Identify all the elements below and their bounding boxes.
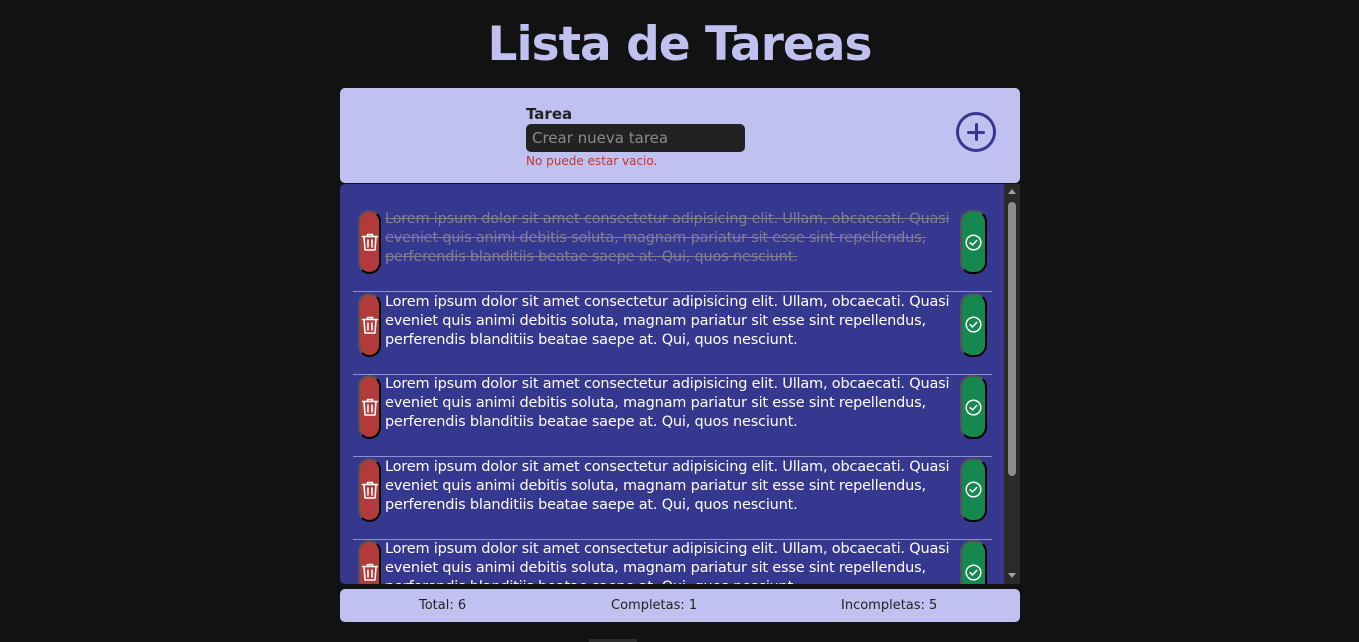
check-circle-icon [965, 398, 982, 416]
task-text: Lorem ipsum dolor sit amet consectetur a… [385, 541, 950, 584]
stats-bar: Total: 6 Completas: 1 Incompletas: 5 [340, 589, 1020, 622]
task-text: Lorem ipsum dolor sit amet consectetur a… [385, 458, 950, 513]
complete-task-button[interactable] [960, 375, 987, 439]
trash-icon [361, 315, 379, 335]
complete-task-button[interactable] [960, 457, 987, 522]
scroll-down-arrow-icon[interactable] [1008, 573, 1016, 578]
task-text: Lorem ipsum dolor sit amet consectetur a… [385, 376, 950, 430]
task-item: Lorem ipsum dolor sit amet consectetur a… [353, 210, 992, 292]
add-task-button[interactable] [956, 112, 996, 152]
incomplete-count: Incompletas: 5 [841, 598, 938, 613]
completed-count: Completas: 1 [611, 598, 698, 613]
task-item: Lorem ipsum dolor sit amet consectetur a… [353, 375, 992, 457]
check-circle-icon [965, 316, 982, 333]
new-task-input[interactable] [526, 124, 745, 152]
error-message: No puede estar vacio. [526, 154, 658, 168]
complete-task-button[interactable] [960, 540, 987, 584]
complete-task-button[interactable] [960, 292, 987, 357]
task-label: Tarea [526, 105, 573, 123]
delete-task-button[interactable] [358, 540, 381, 584]
task-item: Lorem ipsum dolor sit amet consectetur a… [353, 540, 992, 584]
task-item: Lorem ipsum dolor sit amet consectetur a… [353, 457, 992, 540]
delete-task-button[interactable] [358, 210, 381, 274]
trash-icon [361, 232, 379, 252]
task-item: Lorem ipsum dolor sit amet consectetur a… [353, 292, 992, 375]
total-count: Total: 6 [419, 598, 467, 613]
scroll-up-arrow-icon[interactable] [1008, 189, 1016, 194]
task-text: Lorem ipsum dolor sit amet consectetur a… [385, 293, 950, 348]
delete-task-button[interactable] [358, 375, 381, 439]
new-task-form: Tarea No puede estar vacio. [340, 88, 1020, 183]
check-circle-icon [965, 481, 982, 498]
complete-task-button[interactable] [960, 210, 987, 274]
check-circle-icon [965, 563, 982, 581]
delete-task-button[interactable] [358, 457, 381, 522]
trash-icon [361, 480, 379, 500]
page-title: Lista de Tareas [487, 17, 873, 72]
check-circle-icon [965, 233, 982, 251]
trash-icon [361, 397, 379, 417]
task-list-scrollbar[interactable] [1004, 184, 1020, 584]
task-field-group: Tarea No puede estar vacio. [526, 104, 766, 169]
scrollbar-thumb[interactable] [1008, 202, 1016, 476]
task-list: Lorem ipsum dolor sit amet consectetur a… [340, 184, 1020, 584]
delete-task-button[interactable] [358, 292, 381, 357]
trash-icon [361, 562, 379, 582]
task-text: Lorem ipsum dolor sit amet consectetur a… [385, 211, 950, 265]
task-list-scroll[interactable]: Lorem ipsum dolor sit amet consectetur a… [340, 184, 1004, 584]
